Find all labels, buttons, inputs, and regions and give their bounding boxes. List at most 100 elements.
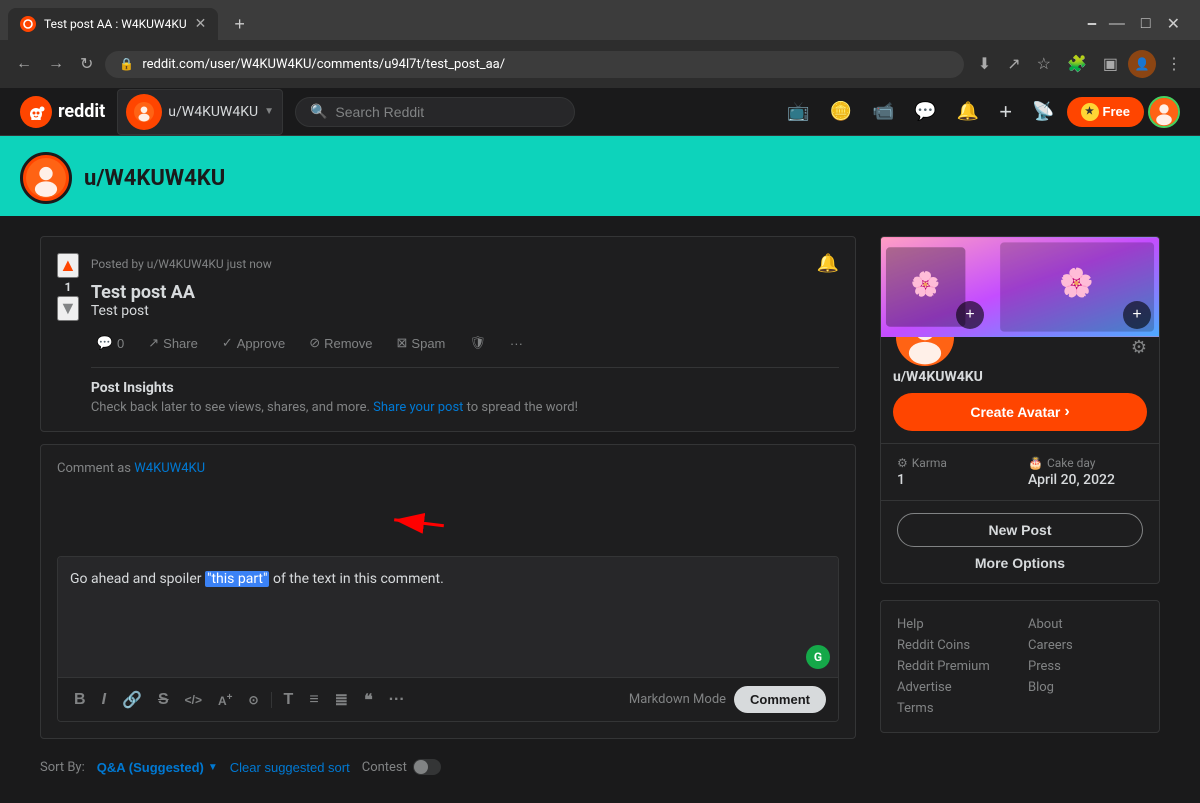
downvote-button[interactable]: ▼: [57, 296, 79, 321]
bullets-button[interactable]: ≡: [305, 689, 322, 711]
comment-text-area[interactable]: Go ahead and spoiler "this part" of the …: [58, 557, 838, 677]
comment-user-link[interactable]: W4KUW4KU: [134, 461, 205, 476]
shield-button[interactable]: 🛡: [463, 331, 492, 355]
maximize-button[interactable]: □: [1137, 11, 1155, 37]
more-actions-button[interactable]: ···: [504, 332, 529, 355]
reddit-premium-link[interactable]: Reddit Premium: [897, 659, 1012, 674]
upvote-button[interactable]: ▲: [57, 253, 79, 278]
karma-value: 1: [897, 472, 1012, 488]
tab-close-button[interactable]: ✕: [195, 16, 207, 32]
link-button[interactable]: 🔗: [118, 688, 146, 712]
vote-column: ▲ 1 ▼: [57, 253, 79, 415]
new-tab-button[interactable]: +: [226, 10, 253, 39]
remove-icon: ⊘: [309, 335, 320, 351]
bold-button[interactable]: B: [70, 689, 90, 711]
profile-banner: u/W4KUW4KU: [0, 136, 1200, 216]
free-button[interactable]: ★ Free: [1067, 97, 1144, 127]
post-content: ▲ 1 ▼ Posted by u/W4KUW4KU just now 🔔 Te…: [57, 253, 839, 415]
shield-icon: 🛡: [469, 335, 486, 351]
comment-editor[interactable]: Go ahead and spoiler "this part" of the …: [57, 556, 839, 722]
comment-button[interactable]: 💬 0: [91, 331, 130, 355]
download-button[interactable]: ⬇: [972, 50, 997, 78]
sidebar: 🌸 🌸 + +: [880, 236, 1160, 783]
sidebar-banner: 🌸 🌸 + +: [881, 237, 1159, 337]
remove-button[interactable]: ⊘ Remove: [303, 331, 378, 355]
bell-icon[interactable]: 🔔: [949, 95, 987, 128]
superscript-button[interactable]: A+: [214, 690, 237, 710]
spam-button[interactable]: ⊠ Spam: [391, 331, 452, 355]
arrow-annotation: [57, 484, 839, 548]
clear-sort-button[interactable]: Clear suggested sort: [230, 760, 350, 775]
user-badge[interactable]: u/W4KUW4KU ▼: [117, 89, 283, 135]
sidebar-button[interactable]: ▣: [1097, 50, 1124, 78]
create-avatar-label: Create Avatar: [970, 404, 1060, 420]
user-avatar-button[interactable]: [1148, 96, 1180, 128]
chat-icon[interactable]: 💬: [906, 95, 944, 128]
text-size-button[interactable]: T: [280, 689, 298, 711]
markdown-mode-label: Markdown Mode: [629, 692, 726, 707]
reddit-coins-link[interactable]: Reddit Coins: [897, 638, 1012, 653]
toggle-handle: [414, 760, 428, 774]
tv-icon[interactable]: 📺: [779, 95, 817, 128]
nav-icons: ⬇ ↗ ☆ 🧩 ▣ 👤 ⋮: [972, 50, 1188, 78]
reddit-logo[interactable]: reddit: [20, 96, 105, 128]
extensions-button[interactable]: 🧩: [1061, 50, 1093, 78]
blog-link[interactable]: Blog: [1028, 680, 1143, 695]
tab-title: Test post AA : W4KUW4KU: [44, 17, 187, 31]
video-icon[interactable]: 📹: [864, 95, 902, 128]
reddit-live-icon[interactable]: 📡: [1024, 95, 1062, 128]
contest-toggle-switch[interactable]: [413, 759, 441, 775]
quote-button[interactable]: ❝: [360, 688, 377, 712]
sidebar-banner-add-button-2[interactable]: +: [1123, 301, 1151, 329]
share-post-button[interactable]: ↗ Share: [142, 331, 204, 355]
strikethrough-button[interactable]: S: [154, 689, 173, 711]
red-arrow-icon: [379, 483, 458, 560]
notification-button[interactable]: 🔔: [817, 253, 839, 274]
address-bar[interactable]: 🔒 reddit.com/user/W4KUW4KU/comments/u94l…: [105, 51, 963, 78]
tab-bar: Test post AA : W4KUW4KU ✕ + 🗕 — □ ✕: [0, 0, 1200, 40]
settings-button[interactable]: ⚙: [1131, 337, 1147, 358]
header-icons: 📺 🪙 📹 💬 🔔 + 📡 ★ Free: [779, 93, 1180, 131]
forward-button[interactable]: →: [44, 51, 68, 77]
more-options-button[interactable]: More Options: [897, 555, 1143, 571]
reddit-snoo-icon: [20, 96, 52, 128]
create-avatar-button[interactable]: Create Avatar ›: [893, 393, 1147, 431]
approve-button[interactable]: ✓ Approve: [216, 331, 291, 355]
italic-button[interactable]: I: [98, 689, 110, 711]
lock-icon: 🔒: [119, 57, 134, 71]
close-window-button[interactable]: ✕: [1163, 10, 1184, 38]
careers-link[interactable]: Careers: [1028, 638, 1143, 653]
sort-qa-button[interactable]: Q&A (Suggested) ▼: [97, 760, 218, 775]
sidebar-banner-add-button[interactable]: +: [956, 301, 984, 329]
bookmark-button[interactable]: ☆: [1031, 50, 1057, 78]
search-input[interactable]: [335, 104, 560, 120]
add-icon[interactable]: +: [991, 93, 1020, 131]
browser-tab[interactable]: Test post AA : W4KUW4KU ✕: [8, 8, 218, 40]
about-link[interactable]: About: [1028, 617, 1143, 632]
numbered-button[interactable]: ≣: [331, 688, 352, 712]
minimize-button[interactable]: —: [1105, 11, 1129, 37]
comment-submit-button[interactable]: Comment: [734, 686, 826, 713]
share-post-link[interactable]: Share your post: [373, 400, 463, 415]
menu-button[interactable]: ⋮: [1160, 50, 1188, 78]
back-button[interactable]: ←: [12, 51, 36, 77]
advertise-link[interactable]: Advertise: [897, 680, 1012, 695]
help-link[interactable]: Help: [897, 617, 1012, 632]
more-toolbar-button[interactable]: ···: [385, 689, 409, 711]
search-bar[interactable]: 🔍: [295, 97, 575, 127]
new-post-button[interactable]: New Post: [897, 513, 1143, 547]
share-button[interactable]: ↗: [1001, 50, 1026, 78]
main-container: ▲ 1 ▼ Posted by u/W4KUW4KU just now 🔔 Te…: [20, 236, 1180, 783]
post-title: Test post AA: [91, 282, 839, 303]
premium-coin-icon: ★: [1081, 103, 1099, 121]
profile-button[interactable]: 👤: [1128, 50, 1156, 78]
nav-bar: ← → ↻ 🔒 reddit.com/user/W4KUW4KU/comment…: [0, 40, 1200, 88]
comment-text-content: Go ahead and spoiler "this part" of the …: [70, 569, 826, 590]
reload-button[interactable]: ↻: [76, 50, 97, 78]
sidebar-profile-header: ⚙: [893, 337, 1147, 369]
coins-icon[interactable]: 🪙: [822, 95, 860, 128]
code-button[interactable]: </>: [181, 691, 206, 709]
sort-label: Sort By:: [40, 760, 85, 775]
spoiler-button[interactable]: ⊙: [244, 691, 262, 709]
press-link[interactable]: Press: [1028, 659, 1143, 674]
